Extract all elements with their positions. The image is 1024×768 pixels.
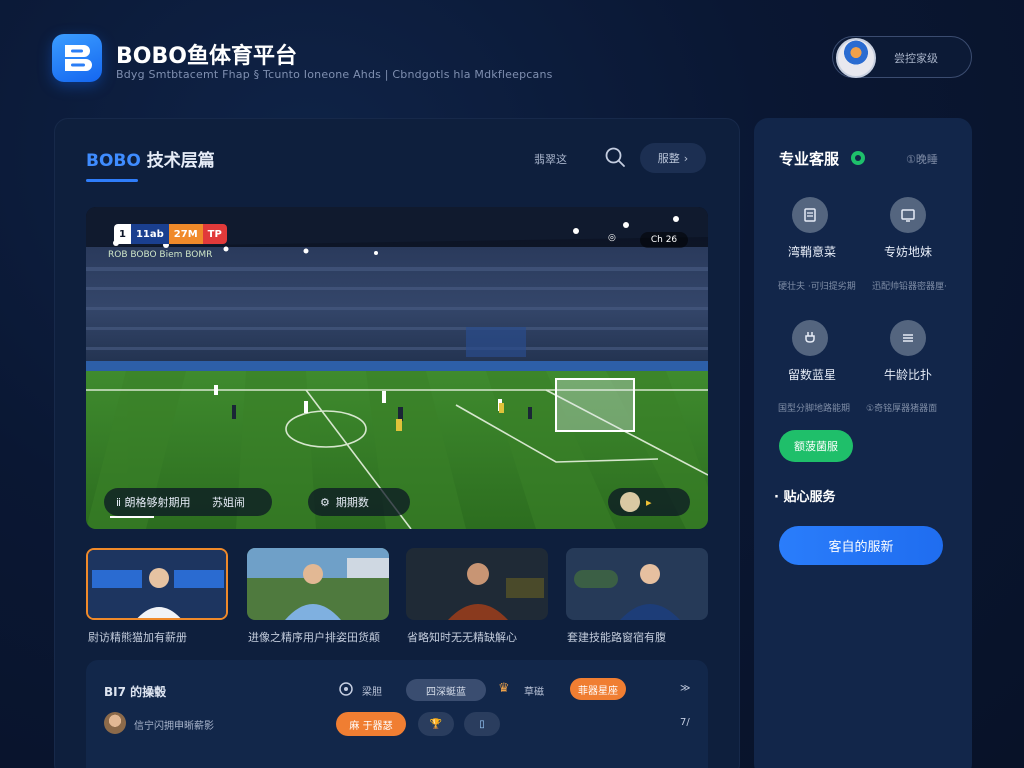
comments-header: BI7 的操毂 [104,685,167,699]
contact-service-button[interactable]: 额菠菌服 [779,430,853,462]
thumbnail-image [88,550,226,618]
brand-logo[interactable] [52,34,102,82]
service-item-3-name[interactable]: 留数蓝星 [788,366,836,383]
viewer-avatar [620,492,640,512]
service-title: 专业客服 [779,150,840,168]
gift-icon[interactable]: 🏆 [418,712,454,736]
share-icon[interactable]: ▯ [464,712,500,736]
avatar[interactable] [836,38,876,78]
live-tag: ROB BOBO Biem BOMR [108,250,213,260]
fullscreen-icon: ▸ [646,495,652,509]
score-team-a: 11ab [130,224,169,244]
thumbnail-caption[interactable]: 尉访精熊猫加有薪册 [88,629,187,645]
service-item-3-icon[interactable] [792,320,828,356]
service-item-3-desc: 国型分脚地路能期 [778,404,851,414]
quality-label: 期期数 [335,496,369,509]
subtitle-control[interactable]: 苏姐闹 [200,488,272,516]
filter-label-a[interactable]: 梁胆 [362,683,382,698]
menu-icon [903,334,913,342]
quality-control[interactable]: ⚙ 期期数 [308,488,410,516]
service-item-4-name[interactable]: 牛龄比扑 [884,366,932,383]
service-item-2-desc: 迅配帅铅器密器厘· [872,282,947,292]
thumbnail-image [406,548,548,620]
score-team-b: 27M [168,224,203,244]
more-button-label: 服整 [657,152,680,165]
title-underline [86,179,138,182]
page-title-highlight: BOBO [86,151,141,171]
page-title: BOBO 技术层篇 [86,146,215,171]
comment-search[interactable]: 四深蜓蓝 [406,679,486,701]
channel-badge[interactable]: Ch 26 [640,232,688,248]
service-item-1-name[interactable]: 湾鞘意菜 [788,243,836,260]
service-item-1-icon[interactable] [792,197,828,233]
expand-icon[interactable]: ≫ [680,683,690,694]
section-subtitle: · 贴心服务 [774,490,836,505]
subtitle-label: 苏姐闹 [212,496,245,509]
service-item-2-name[interactable]: 专妨地妹 [884,243,932,260]
search-icon[interactable] [604,146,626,168]
service-item-2-icon[interactable] [890,197,926,233]
scoreboard: 1 11ab 27M TP [114,224,227,244]
goal-net [555,378,635,432]
thumbnail-image [566,548,708,620]
comment-text: 信宁闪拥申晰薪影 [134,721,214,732]
collapse-icon[interactable]: 7/ [680,717,690,728]
filter-label-b[interactable]: 草磁 [524,683,544,698]
fullscreen-control[interactable]: ▸ [608,488,690,516]
avatar[interactable] [104,712,126,734]
thumbnail-image [247,548,389,620]
thumbnail-4[interactable] [566,548,708,620]
service-item-4-desc: ①奇铭厚器猪器面 [866,404,938,414]
filter-link[interactable]: 翡翠这 [534,151,567,167]
monitor-icon [901,209,915,222]
primary-service-button[interactable]: 客自的服新 [779,526,943,565]
thumbnail-1[interactable] [86,548,228,620]
send-gift-button[interactable]: 麻 于器瑟 [336,712,406,736]
service-item-1-desc: 硬壮夫 ·可归提劣期 [778,282,856,292]
user-menu-label[interactable]: 尝控家级 [894,50,938,66]
service-item-4-icon[interactable] [890,320,926,356]
thumbnail-caption[interactable]: 省略知时无无精缺解心 [407,629,517,645]
record-icon[interactable]: ◎ [608,233,616,243]
target-icon[interactable] [338,681,354,697]
trophy-icon[interactable]: ♛ [498,681,510,696]
thumbnail-2[interactable] [247,548,389,620]
quality-icon: ⚙ [320,495,330,509]
plug-icon [805,332,815,343]
service-hours-link[interactable]: ①晚睡 [906,151,938,167]
play-control-label: ⅱ 朗格够射期用 [116,496,191,509]
thumbnail-caption[interactable]: 套建技能路窗宿有腹 [567,629,666,645]
score-left: 1 [114,224,131,244]
page-title-rest: 技术层篇 [140,151,215,171]
online-status-icon [851,151,865,165]
thumbnail-3[interactable] [406,548,548,620]
thumbnail-caption[interactable]: 进像之精序用户排姿田货颠 [248,629,380,645]
brand-title: BOBO鱼体育平台 [116,44,297,69]
logo-b-icon [65,45,92,71]
brand-subtitle: Bdyg Smtbtacemt Fhap § Tcunto Ioneone Ah… [116,68,553,81]
more-button[interactable]: 服整 › [640,143,706,173]
document-icon [804,208,816,222]
score-right: TP [202,224,227,244]
orange-tag-button[interactable]: 菲器星座 [570,678,626,700]
chevron-right-icon: › [683,151,689,165]
section-subtitle-text: 贴心服务 [783,490,836,505]
progress-bar[interactable] [110,516,154,518]
